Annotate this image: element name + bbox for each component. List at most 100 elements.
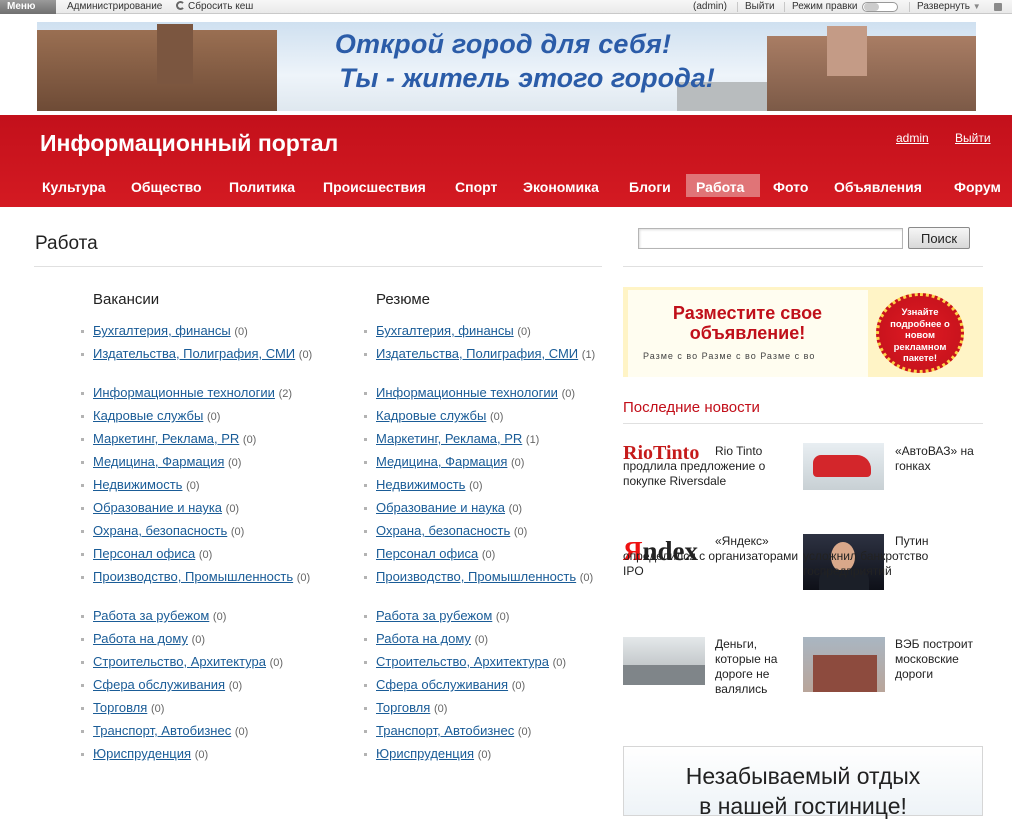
news-item-veb[interactable]: ВЭБ построит московские дороги [895,637,981,682]
category-list-item: Работа на дому (0) [81,631,321,649]
category-link[interactable]: Издательства, Полиграфия, СМИ [93,346,295,361]
category-list-item: Торговля (0) [364,700,604,718]
nav-item-photo[interactable]: Фото [763,174,818,197]
nav-item-society[interactable]: Общество [121,174,212,197]
category-count: (0) [469,480,483,492]
category-link[interactable]: Образование и наука [376,500,505,515]
category-link[interactable]: Работа за рубежом [376,608,492,623]
category-link[interactable]: Сфера обслуживания [93,677,225,692]
kremlin-photo[interactable] [803,637,885,692]
category-list-item: Образование и наука (0) [81,500,321,518]
admin-link[interactable]: Администрирование [67,1,162,13]
nav-item-forum[interactable]: Форум [944,174,1011,197]
category-count: (0) [296,572,311,584]
category-link[interactable]: Недвижимость [93,477,182,492]
category-count: (0) [198,549,213,561]
category-link[interactable]: Кадровые службы [93,408,203,423]
news-item-riotinto[interactable]: Rio Tinto продлила предложение о покупке… [623,444,783,489]
category-list-item: Юриспруденция (0) [81,746,321,764]
category-link[interactable]: Охрана, безопасность [93,523,227,538]
news-item-yandex[interactable]: «Яндекс» определился с организаторами IP… [623,534,799,579]
category-link[interactable]: Охрана, безопасность [376,523,510,538]
nav-item-economy[interactable]: Экономика [513,174,609,197]
nav-item-culture[interactable]: Культура [32,174,116,197]
nav-item-sport[interactable]: Спорт [445,174,507,197]
news-item-putin[interactable]: Путин усложнил банкротство госпредприяти… [803,534,983,579]
category-link[interactable]: Медицина, Фармация [93,454,224,469]
category-link[interactable]: Работа за рубежом [93,608,209,623]
category-link[interactable]: Транспорт, Автобизнес [376,723,514,738]
header-logout-link[interactable]: Выйти [955,131,991,145]
category-list-item: Кадровые службы (0) [81,408,321,426]
category-count: (0) [298,349,313,361]
category-count: (0) [228,457,242,469]
category-link[interactable]: Юриспруденция [93,746,191,761]
nav-item-incidents[interactable]: Происшествия [313,174,436,197]
category-list-item: Медицина, Фармация (0) [81,454,321,472]
road-photo[interactable] [623,637,705,685]
expand-label: Развернуть [917,1,971,12]
category-count: (1) [525,434,540,446]
search-input[interactable] [638,228,903,249]
nav-item-blogs[interactable]: Блоги [619,174,681,197]
category-link[interactable]: Юриспруденция [376,746,474,761]
category-count: (0) [225,503,240,515]
category-link[interactable]: Производство, Промышленность [93,569,293,584]
admin-user-label[interactable]: (admin) [693,1,727,13]
toolbar-logout-link[interactable]: Выйти [745,1,775,13]
category-list-item: Информационные технологии (0) [364,385,604,403]
category-count: (0) [228,680,243,692]
nav-item-politics[interactable]: Политика [219,174,305,197]
category-link[interactable]: Транспорт, Автобизнес [93,723,231,738]
category-link[interactable]: Сфера обслуживания [376,677,508,692]
nav-item-jobs[interactable]: Работа [686,174,760,197]
clear-cache-button[interactable]: Сбросить кеш [176,1,253,13]
edit-mode-toggle[interactable] [862,2,898,12]
category-link[interactable]: Образование и наука [93,500,222,515]
category-link[interactable]: Медицина, Фармация [376,454,507,469]
category-link[interactable]: Работа на дому [93,631,188,646]
category-link[interactable]: Торговля [376,700,430,715]
category-count: (1) [581,349,596,361]
category-count: (0) [212,611,227,623]
category-link[interactable]: Торговля [93,700,147,715]
category-link[interactable]: Информационные технологии [93,385,275,400]
nav-item-ads[interactable]: Объявления [824,174,932,197]
category-link[interactable]: Работа на дому [376,631,471,646]
category-link[interactable]: Бухгалтерия, финансы [93,323,231,338]
category-list-item: Издательства, Полиграфия, СМИ (1) [364,346,604,364]
hotel-ad-banner[interactable]: Незабываемый отдых в нашей гостинице! [623,746,983,819]
category-link[interactable]: Кадровые службы [376,408,486,423]
pin-icon[interactable] [994,3,1002,11]
expand-toolbar-button[interactable]: Развернуть ▼ [917,1,981,13]
race-car-image[interactable] [803,443,884,490]
category-link[interactable]: Бухгалтерия, финансы [376,323,514,338]
category-count: (0) [489,411,504,423]
news-item-money-road[interactable]: Деньги, которые на дороге не валялись [715,637,791,697]
category-link[interactable]: Производство, Промышленность [376,569,576,584]
category-link[interactable]: Персонал офиса [93,546,195,561]
category-count: (0) [150,703,165,715]
category-link[interactable]: Маркетинг, Реклама, PR [93,431,239,446]
category-link[interactable]: Строительство, Архитектура [376,654,549,669]
category-link[interactable]: Издательства, Полиграфия, СМИ [376,346,578,361]
search-button[interactable]: Поиск [908,227,970,249]
category-count: (0) [511,680,526,692]
category-count: (0) [579,572,594,584]
category-link[interactable]: Маркетинг, Реклама, PR [376,431,522,446]
place-ad-banner[interactable]: Разместите свое объявление! Разме с во Р… [623,287,983,377]
category-count: (0) [433,703,448,715]
toolbar-separator [784,2,785,12]
category-link[interactable]: Недвижимость [376,477,465,492]
category-list-item: Строительство, Архитектура (0) [364,654,604,672]
category-link[interactable]: Строительство, Архитектура [93,654,266,669]
category-list-item: Сфера обслуживания (0) [364,677,604,695]
header-user-link[interactable]: admin [896,131,929,145]
news-item-avtovaz[interactable]: «АвтоВАЗ» на гонках [895,444,981,474]
top-banner[interactable]: Открой город для себя! Ты - житель этого… [37,22,976,111]
category-list-item: Торговля (0) [81,700,321,718]
category-link[interactable]: Персонал офиса [376,546,478,561]
admin-menu-button[interactable]: Меню [0,0,56,14]
site-title[interactable]: Информационный портал [40,130,338,157]
category-link[interactable]: Информационные технологии [376,385,558,400]
